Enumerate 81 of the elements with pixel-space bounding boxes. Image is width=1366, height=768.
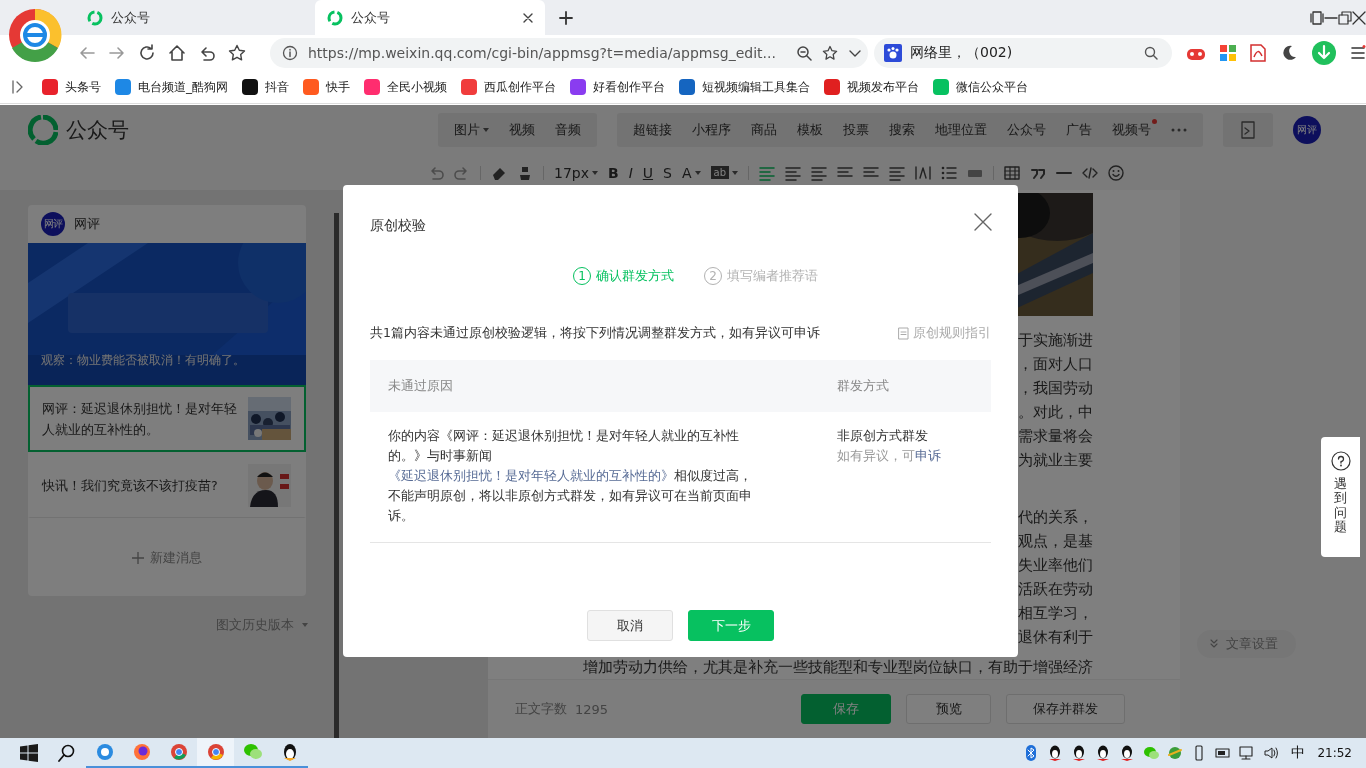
article-title: 观察：物业费能否被取消！有明确了。 [41, 352, 245, 369]
dialog-title: 原创校验 [370, 217, 426, 235]
tab-title: 公众号 [111, 8, 150, 27]
tab-title: 公众号 [351, 8, 390, 27]
article-title: 快讯！我们究竟该不该打疫苗? [42, 477, 219, 495]
format-button[interactable]: ab [710, 166, 729, 179]
nav-item[interactable]: 投票 [833, 113, 879, 147]
clock[interactable]: 21:52 [1317, 746, 1352, 760]
rules-link[interactable]: 原创规则指引 [898, 325, 991, 342]
format-button[interactable]: U [642, 162, 654, 183]
format-button[interactable]: I [628, 162, 633, 183]
format-button[interactable]: 17px [554, 162, 589, 183]
action-button[interactable]: 预览 [906, 694, 991, 724]
dialog-button[interactable]: 下一步 [688, 610, 774, 641]
nav-item[interactable]: 广告 [1056, 113, 1102, 147]
column-header: 群发方式 [837, 377, 890, 395]
article-item[interactable]: 快讯！我们究竟该不该打疫苗? [28, 452, 306, 518]
bookmark-link[interactable]: 西瓜创作平台 [461, 78, 556, 96]
article-text: 需求量将会 [1018, 427, 1093, 446]
bookmark-link[interactable]: 抖音 [242, 78, 289, 96]
article-text: ，面对人口 [1018, 355, 1093, 374]
search-field[interactable]: 网络里，（002) [874, 38, 1172, 68]
article-text: 相互学习， [1018, 604, 1093, 623]
nav-item[interactable]: 模板 [787, 113, 833, 147]
bookmark-link[interactable]: 短视频编辑工具集合 [679, 78, 810, 96]
article-text: 。对此，中 [1018, 403, 1093, 422]
article-text: 增加劳动力供给，尤其是补充一些技能型和专业型岗位缺口，有助于增强经济 [583, 658, 1093, 677]
word-count-label: 正文字数 [515, 700, 567, 718]
bookmark-link[interactable]: 电台频道_酷狗网 [115, 78, 228, 96]
address-field[interactable]: https://mp.weixin.qq.com/cgi-bin/appmsg?t=media/appmsg_edit... [270, 38, 868, 68]
word-count: 1295 [575, 701, 609, 717]
article-title: 网评：延迟退休别担忧！是对年轻人就业的互补性的。 [42, 399, 238, 439]
nav-item[interactable]: 图片 [444, 113, 499, 147]
nav-item[interactable]: 公众号 [997, 113, 1056, 147]
account-avatar: 网评 [41, 212, 65, 236]
bookmark-link[interactable]: 头条号 [42, 78, 101, 96]
nav-item[interactable]: 视频号 [1102, 113, 1161, 147]
appeal-text: 如有异议，可申诉 [837, 447, 942, 465]
format-button[interactable]: B [608, 162, 619, 183]
nav-item[interactable]: 音频 [545, 113, 591, 147]
browser-tab[interactable]: 公众号 [315, 0, 545, 35]
app-name: 公众号 [66, 117, 129, 144]
step-indicator[interactable]: 1 确认群发方式 [573, 267, 674, 285]
article-text: 为就业主要 [1018, 451, 1093, 470]
news-link[interactable]: 《延迟退休别担忧！是对年轻人就业的互补性的》 [388, 468, 674, 483]
article-text: 观点，是基 [1018, 532, 1093, 551]
bookmark-link[interactable]: 好看创作平台 [570, 78, 665, 96]
bookmark-link[interactable]: 视频发布平台 [824, 78, 919, 96]
appeal-link[interactable]: 申诉 [915, 448, 941, 463]
bookmark-link[interactable]: 微信公众平台 [933, 78, 1028, 96]
article-text: 于实施渐进 [1018, 331, 1093, 350]
input-method-indicator[interactable]: 中 [1291, 744, 1306, 762]
article-text: 代的关系， [1018, 508, 1093, 527]
step-indicator[interactable]: 2 填写编者推荐语 [704, 267, 818, 285]
cover-article[interactable]: 观察：物业费能否被取消！有明确了。 [28, 243, 306, 385]
reason-text: 你的内容《网评：延迟退休别担忧！是对年轻人就业的互补性的。》与时事新闻 《延迟退休别担忧！是对年轻人就业的互补性的》相似度过高，不能声明原创，将以非原创方式群发，如有异议可在当前页面申诉。 [388, 427, 753, 525]
nav-item[interactable]: 商品 [741, 113, 787, 147]
browser-tab[interactable]: 公众号 [75, 0, 305, 35]
nav-item[interactable]: 视频 [499, 113, 545, 147]
dialog-button[interactable]: 取消 [587, 610, 673, 641]
account-avatar[interactable]: 网评 [1293, 116, 1321, 144]
help-widget[interactable]: 遇到问题 [1321, 437, 1360, 557]
article-text: 活跃在劳动 [1018, 580, 1093, 599]
bookmark-link[interactable]: 全民小视频 [364, 78, 447, 96]
format-button[interactable]: S [663, 162, 672, 183]
article-text: 退休有利于 [1018, 628, 1093, 647]
format-button[interactable]: A [681, 162, 692, 183]
help-label: 遇到问题 [1334, 477, 1347, 535]
nav-item[interactable]: 地理位置 [925, 113, 997, 147]
article-text: ，我国劳动 [1018, 379, 1093, 398]
account-name: 网评 [74, 215, 100, 233]
summary-text: 共1篇内容未通过原创校验逻辑，将按下列情况调整群发方式，如有异议可申诉 [370, 325, 820, 342]
column-header: 未通过原因 [387, 377, 454, 395]
send-method: 非原创方式群发 [837, 427, 929, 445]
article-item[interactable]: 网评：延迟退休别担忧！是对年轻人就业的互补性的。 [28, 385, 306, 452]
nav-item[interactable]: 小程序 [682, 113, 741, 147]
nav-item[interactable]: 搜索 [879, 113, 925, 147]
bookmark-link[interactable]: 快手 [303, 78, 350, 96]
action-button[interactable]: 保存并群发 [1006, 694, 1125, 724]
nav-item[interactable]: 超链接 [623, 113, 682, 147]
article-text: 失业率他们 [1018, 556, 1093, 575]
